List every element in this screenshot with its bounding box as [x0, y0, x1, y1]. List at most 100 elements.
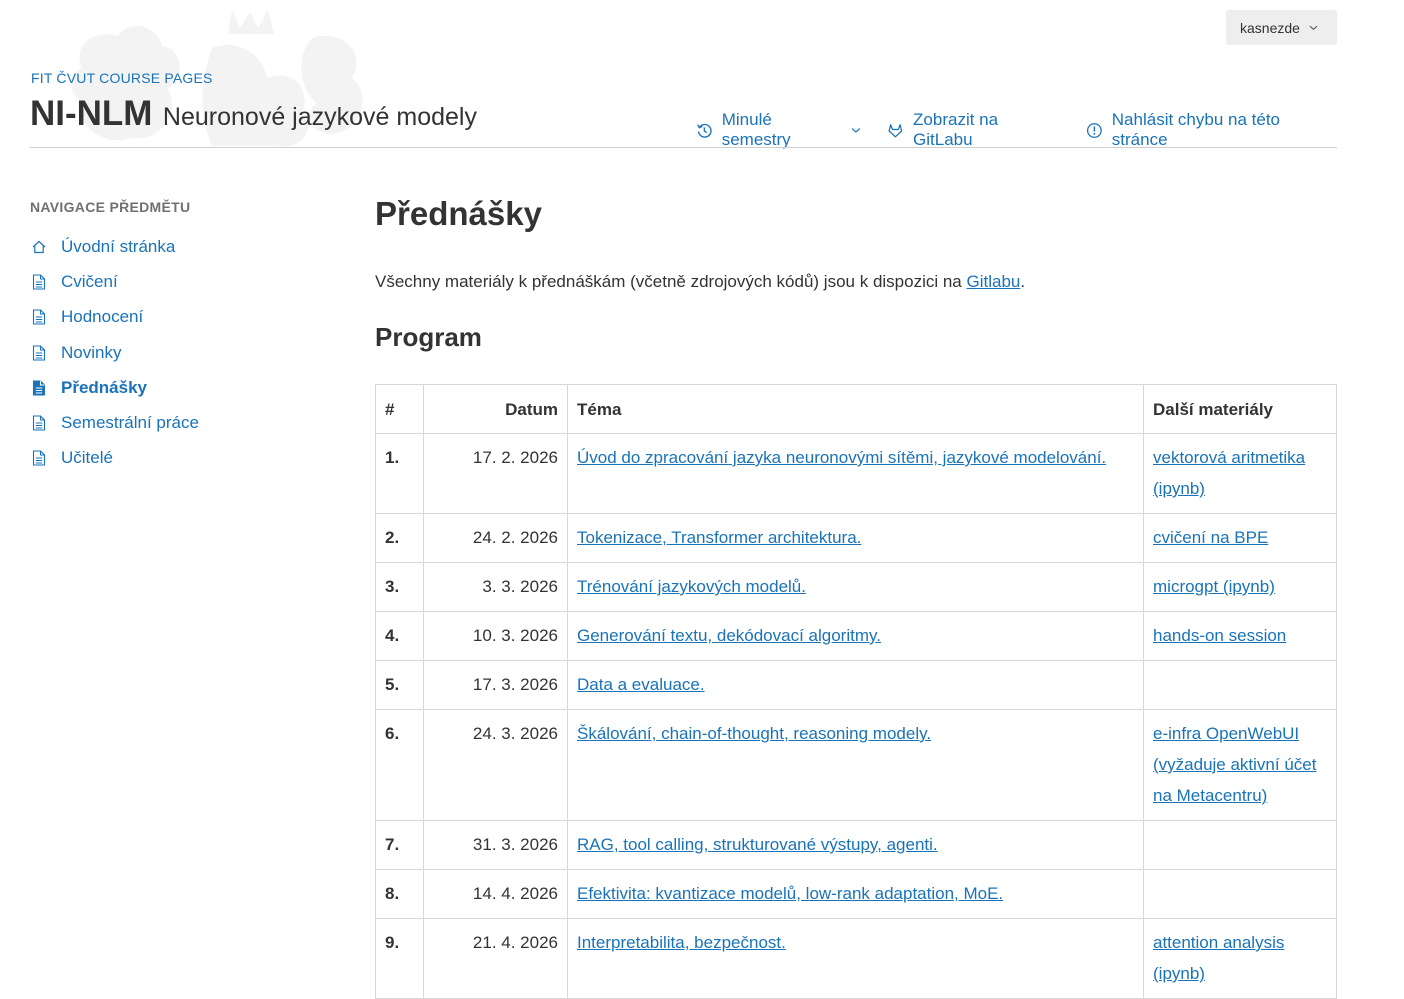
intro-text: Všechny materiály k přednáškám (včetně z… [375, 272, 967, 291]
lecture-date: 17. 2. 2026 [423, 433, 568, 514]
sidebar-item-grading[interactable]: Hodnocení [30, 300, 199, 335]
materials-cell: hands-on session [1143, 611, 1337, 661]
lecture-topic-link[interactable]: Data a evaluace. [577, 675, 705, 694]
table-row: 4. 10. 3. 2026 Generování textu, dekódovac… [375, 611, 1337, 661]
table-header-row: # Datum Téma Další materiály [375, 384, 1337, 434]
lecture-number: 9. [375, 918, 424, 999]
materials-link[interactable]: e-infra OpenWebUI (vyžaduje aktivní účet… [1153, 724, 1316, 805]
gitlab-link[interactable]: Gitlabu [967, 272, 1021, 291]
lecture-number: 3. [375, 562, 424, 612]
lecture-topic-link[interactable]: Trénování jazykových modelů. [577, 577, 806, 596]
lecture-date: 24. 3. 2026 [423, 709, 568, 821]
site-name-link[interactable]: FIT ČVUT COURSE PAGES [31, 70, 213, 86]
materials-link[interactable]: attention analysis (ipynb) [1153, 933, 1284, 983]
materials-link[interactable]: microgpt (ipynb) [1153, 577, 1275, 596]
lecture-topic-cell: Tokenizace, Transformer architektura. [567, 513, 1144, 563]
table-row: 9. 21. 4. 2026 Interpretabilita, bezpečnos… [375, 918, 1337, 999]
materials-cell [1143, 660, 1337, 710]
materials-link[interactable]: vektorová aritmetika (ipynb) [1153, 448, 1305, 498]
view-on-gitlab-label: Zobrazit na GitLabu [913, 110, 999, 149]
user-name: kasnezde [1240, 19, 1300, 36]
document-icon [32, 309, 46, 325]
lecture-number: 4. [375, 611, 424, 661]
home-icon [32, 240, 46, 253]
lecture-topic-link[interactable]: Efektivita: kvantizace modelů, low-rank … [577, 884, 1003, 903]
lecture-topic-link[interactable]: Tokenizace, Transformer architektura. [577, 528, 861, 547]
alert-icon [1086, 122, 1102, 138]
sidebar-item-label: Učitelé [61, 448, 113, 468]
lecture-topic-link[interactable]: Škálování, chain-of-thought, reasoning m… [577, 724, 931, 743]
document-icon [32, 450, 46, 466]
section-title: Program [375, 322, 482, 352]
lecture-number: 8. [375, 869, 424, 919]
document-icon [32, 274, 46, 290]
lecture-date: 14. 4. 2026 [423, 869, 568, 919]
past-semesters-dropdown[interactable]: Minulé semestry [696, 110, 861, 150]
table-row: 1. 17. 2. 2026 Úvod do zpracování jazyka n… [375, 433, 1337, 514]
sidebar-item-label: Novinky [61, 342, 122, 362]
lecture-topic-link[interactable]: RAG, tool calling, strukturované výstupy… [577, 835, 938, 854]
page-title: Přednášky [375, 195, 542, 232]
lecture-topic-cell: Generování textu, dekódovací algoritmy. [567, 611, 1144, 661]
lecture-topic-cell: Škálování, chain-of-thought, reasoning m… [567, 709, 1144, 821]
intro-end: . [1020, 272, 1026, 291]
column-header-materials: Další materiály [1143, 384, 1337, 434]
report-issue-label: Nahlásit chybu na této stránce [1111, 110, 1280, 149]
materials-link[interactable]: hands-on session [1153, 626, 1286, 645]
program-table-body: 1. 17. 2. 2026 Úvod do zpracování jazyka n… [375, 433, 1337, 999]
lecture-number: 6. [375, 709, 424, 821]
sidebar-item-label: Úvodní stránka [61, 236, 176, 256]
materials-cell [1143, 869, 1337, 919]
lecture-topic-cell: Trénování jazykových modelů. [567, 562, 1144, 612]
sidebar-item-teachers[interactable]: Učitelé [30, 441, 199, 476]
view-on-gitlab-link[interactable]: Zobrazit na GitLabu [887, 110, 1060, 150]
sidebar-item-lectures[interactable]: Přednášky [30, 370, 199, 405]
lecture-topic-link[interactable]: Generování textu, dekódovací algoritmy. [577, 626, 881, 645]
lecture-topic-cell: Interpretabilita, bezpečnost. [567, 918, 1144, 999]
sidebar-item-semester-project[interactable]: Semestrální práce [30, 405, 199, 440]
sidebar-item-label: Semestrální práce [61, 413, 199, 433]
history-icon [697, 123, 712, 138]
table-row: 8. 14. 4. 2026 Efektivita: kvantizace mode… [375, 869, 1337, 919]
lecture-date: 24. 2. 2026 [423, 513, 568, 563]
document-icon [32, 344, 46, 361]
user-menu-button[interactable]: kasnezde [1226, 10, 1337, 45]
table-row: 5. 17. 3. 2026 Data a evaluace. [375, 660, 1337, 710]
lecture-number: 5. [375, 660, 424, 710]
document-icon [32, 380, 46, 396]
sidebar-item-home[interactable]: Úvodní stránka [30, 229, 199, 264]
sidebar-item-exercises[interactable]: Cvičení [30, 264, 199, 299]
materials-cell: vektorová aritmetika (ipynb) [1143, 433, 1337, 514]
lecture-topic-cell: Efektivita: kvantizace modelů, low-rank … [567, 869, 1144, 919]
lecture-date: 3. 3. 2026 [423, 562, 568, 612]
materials-link[interactable]: cvičení na BPE [1153, 528, 1268, 547]
past-semesters-label: Minulé semestry [721, 110, 791, 149]
lecture-date: 17. 3. 2026 [423, 660, 568, 710]
sidebar-item-label: Hodnocení [61, 307, 144, 327]
table-row: 3. 3. 3. 2026 Trénování jazykových modelů.… [375, 562, 1337, 612]
sidebar-item-news[interactable]: Novinky [30, 335, 199, 370]
column-header-date: Datum [423, 384, 568, 434]
report-issue-link[interactable]: Nahlásit chybu na této stránce [1086, 110, 1337, 150]
course-code: NI-NLM [30, 94, 153, 133]
chevron-down-icon [1309, 25, 1318, 31]
table-row: 7. 31. 3. 2026 RAG, tool calling, struktur… [375, 820, 1337, 870]
course-title: NI-NLM Neuronové jazykové modely [30, 94, 477, 134]
lecture-date: 10. 3. 2026 [423, 611, 568, 661]
lecture-topic-cell: Úvod do zpracování jazyka neuronovými sí… [567, 433, 1144, 514]
column-header-number: # [375, 384, 424, 434]
materials-cell: e-infra OpenWebUI (vyžaduje aktivní účet… [1143, 709, 1337, 821]
sidebar-heading: NAVIGACE PŘEDMĚTU [30, 199, 191, 215]
document-icon [32, 415, 46, 431]
lecture-number: 1. [375, 433, 424, 514]
lecture-topic-link[interactable]: Interpretabilita, bezpečnost. [577, 933, 786, 952]
header-divider [30, 147, 1337, 148]
lecture-topic-link[interactable]: Úvod do zpracování jazyka neuronovými sí… [577, 448, 1106, 467]
table-row: 6. 24. 3. 2026 Škálování, chain-of-thought… [375, 709, 1337, 821]
sidebar-nav: Úvodní stránka Cvičení Hodnocení Novinky… [30, 229, 199, 476]
program-table: # Datum Téma Další materiály 1. 17. 2. 20… [375, 384, 1337, 999]
materials-cell: cvičení na BPE [1143, 513, 1337, 563]
table-row: 2. 24. 2. 2026 Tokenizace, Transformer arc… [375, 513, 1337, 563]
lecture-number: 7. [375, 820, 424, 870]
sidebar-item-label: Cvičení [61, 271, 118, 291]
